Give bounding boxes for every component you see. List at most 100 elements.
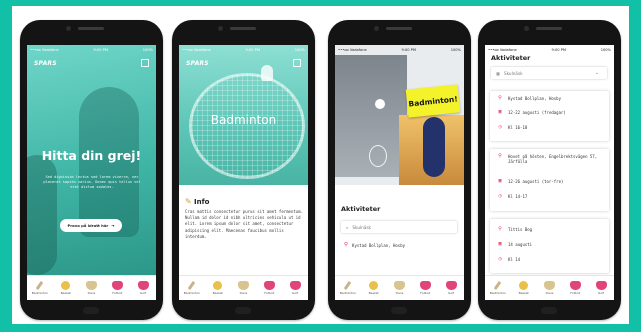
info-text: Cras mattis consectetur purus sit amet f… xyxy=(185,209,304,239)
tab-label: Fotboll xyxy=(570,291,581,295)
jersey-icon xyxy=(289,281,301,290)
phone-camera xyxy=(218,26,223,31)
activity-card[interactable]: ⚲ Hovet på hösten, Engelbrektsvägen 57, J… xyxy=(490,149,609,211)
location-select[interactable]: ▦ Skulnäsk ⌄ xyxy=(491,67,607,79)
calendar-icon: ▦ xyxy=(496,70,500,76)
menu-icon[interactable] xyxy=(141,59,149,67)
carrier-label: •••oo Vodafone xyxy=(30,47,59,52)
activity-place-row: ⚲ Hovet på hösten, Engelbrektsvägen 57, J… xyxy=(496,153,604,165)
ball-icon xyxy=(519,281,529,290)
racket-icon xyxy=(494,280,502,291)
battery-label: 100% xyxy=(600,47,611,52)
tab-bar: Badminton Basket Dans Fotboll Golf xyxy=(335,275,464,300)
tab-badminton[interactable]: Badminton xyxy=(180,280,204,295)
menu-icon[interactable] xyxy=(293,59,301,67)
activity-date-row: ▦ 12-22 augusti (fredagar) xyxy=(496,109,604,115)
tab-golf[interactable]: Golf xyxy=(589,281,613,295)
home-screen: •••oo Vodafone 9:00 PM 100% SPARS Hitta … xyxy=(27,45,156,300)
mockup-canvas: •••oo Vodafone 9:00 PM 100% SPARS Hitta … xyxy=(12,6,629,324)
app-logo: SPARS xyxy=(186,60,209,67)
tab-fotboll[interactable]: Fotboll xyxy=(257,281,281,295)
activities-heading: Aktiviteter xyxy=(341,205,381,213)
tab-basket[interactable]: Basket xyxy=(54,281,78,295)
jersey-icon xyxy=(569,281,581,290)
carrier-label: •••oo Vodafone xyxy=(338,47,367,52)
shoe-icon xyxy=(543,281,555,290)
activities-heading: Aktiviteter xyxy=(491,54,531,62)
phone-home-button xyxy=(541,307,557,314)
location-pin-icon: ⚲ xyxy=(344,242,349,248)
clock-label: 9:00 PM xyxy=(93,47,108,52)
tab-dans[interactable]: Dans xyxy=(537,281,561,295)
tab-basket[interactable]: Basket xyxy=(512,281,536,295)
tab-badminton[interactable]: Badminton xyxy=(336,280,360,295)
tab-dans[interactable]: Dans xyxy=(387,281,411,295)
phone-camera xyxy=(524,26,529,31)
tab-bar: Badminton Basket Dans Fotboll Golf xyxy=(179,275,308,300)
tab-fotboll[interactable]: Fotboll xyxy=(563,281,587,295)
jersey-icon xyxy=(111,281,123,290)
phone-home-button xyxy=(391,307,407,314)
hero-title: Hitta din grej! xyxy=(41,148,142,163)
activity-place: Hovet på hösten, Engelbrektsvägen 57, Jä… xyxy=(508,154,598,165)
phone-home-button xyxy=(235,307,251,314)
location-search[interactable]: ⌕ Skulnäsk xyxy=(341,221,457,233)
tab-dans[interactable]: Dans xyxy=(79,281,103,295)
status-bar: •••oo Vodafone 9:00 PM 100% xyxy=(335,45,464,54)
tab-label: Golf xyxy=(292,291,299,295)
racket-icon xyxy=(344,280,352,291)
activity-time-row: ◷ Kl 16-18 xyxy=(496,124,604,130)
status-bar: •••oo Vodafone 9:00 PM 100% xyxy=(27,45,156,54)
activity-place-row: ⚲ Tittis Bog xyxy=(496,226,604,232)
tab-label: Dans xyxy=(87,291,96,295)
ball-icon xyxy=(369,281,379,290)
tab-basket[interactable]: Basket xyxy=(206,281,230,295)
activity-row[interactable]: ⚲ Kystad Bollplan, Hosby xyxy=(344,242,405,248)
tab-label: Badminton xyxy=(31,291,49,295)
activity-date: 12-26 augusti (tor-fre) xyxy=(508,179,564,184)
racket-icon xyxy=(36,280,44,291)
phone-camera xyxy=(66,26,71,31)
tab-label: Dans xyxy=(239,291,248,295)
tab-golf[interactable]: Golf xyxy=(131,281,155,295)
player-photo xyxy=(423,117,445,177)
tab-label: Golf xyxy=(140,291,147,295)
badminton-sticker: Badminton! xyxy=(405,84,461,118)
activity-place: Kystad Bollplan, Hosby xyxy=(508,96,561,101)
tab-dans[interactable]: Dans xyxy=(231,281,255,295)
tab-label: Badminton xyxy=(339,291,357,295)
shoe-icon xyxy=(85,281,97,290)
activities-screen: Badminton! •••oo Vodafone 9:00 PM 100% A… xyxy=(335,45,464,300)
hero-person-image xyxy=(27,155,57,275)
jersey-icon xyxy=(595,281,607,290)
tab-label: Basket xyxy=(368,291,379,295)
activity-time-row: ◷ Kl 14-17 xyxy=(496,193,604,199)
phone-mockup-home: •••oo Vodafone 9:00 PM 100% SPARS Hitta … xyxy=(20,20,163,320)
phone-speaker xyxy=(386,27,412,30)
battery-label: 100% xyxy=(294,47,305,52)
tab-label: Golf xyxy=(598,291,605,295)
tab-golf[interactable]: Golf xyxy=(283,281,307,295)
activity-card[interactable]: ⚲ Kystad Bollplan, Hosby ▦ 12-22 augusti (… xyxy=(490,91,609,141)
status-bar: •••oo Vodafone 9:00 PM 100% xyxy=(485,45,614,54)
tab-label: Dans xyxy=(395,291,404,295)
calendar-icon: ▦ xyxy=(498,109,502,115)
app-logo: SPARS xyxy=(34,60,57,67)
tab-fotboll[interactable]: Fotboll xyxy=(105,281,129,295)
phone-home-button xyxy=(83,307,99,314)
racket-icon xyxy=(188,280,196,291)
tab-fotboll[interactable]: Fotboll xyxy=(413,281,437,295)
activity-card[interactable]: ⚲ Tittis Bog ▦ 14 augusti ◷ Kl 14 xyxy=(490,219,609,273)
badminton-collage-image: Badminton! xyxy=(335,45,464,185)
tab-badminton[interactable]: Badminton xyxy=(486,280,510,295)
tab-basket[interactable]: Basket xyxy=(362,281,386,295)
tab-badminton[interactable]: Badminton xyxy=(28,280,52,295)
shoe-icon xyxy=(237,281,249,290)
tab-golf[interactable]: Golf xyxy=(439,281,463,295)
activity-time: Kl 14-17 xyxy=(508,194,528,199)
tab-label: Badminton xyxy=(489,291,507,295)
activity-time: Kl 16-18 xyxy=(508,125,528,130)
try-sport-button[interactable]: Prova på idrott här ➔ xyxy=(60,219,122,232)
activity-date: 12-22 augusti (fredagar) xyxy=(508,110,566,115)
activity-place: Kystad Bollplan, Hosby xyxy=(352,242,406,248)
